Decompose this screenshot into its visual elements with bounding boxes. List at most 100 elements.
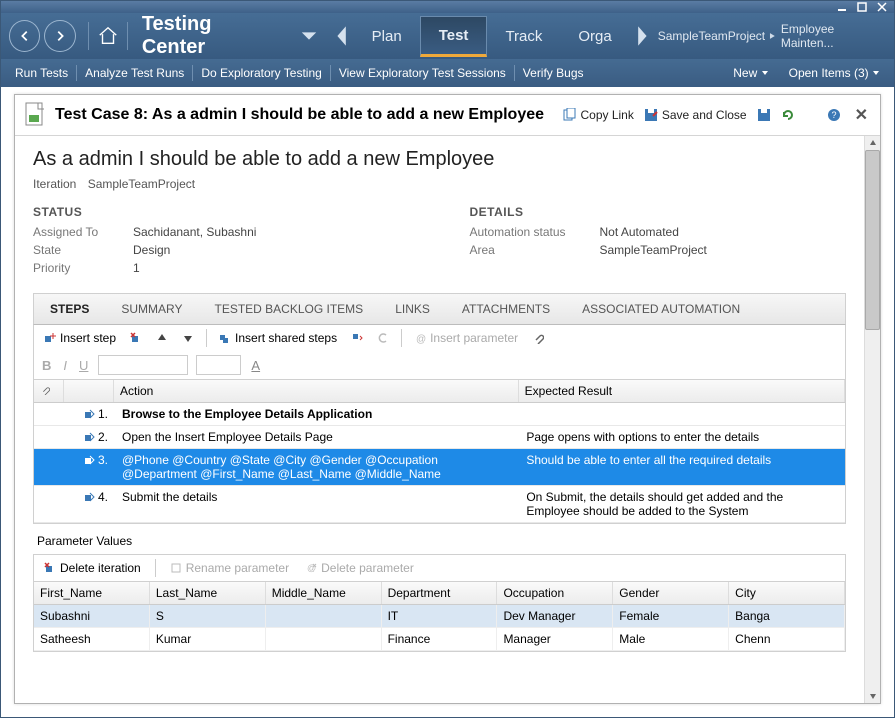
- font-size-select[interactable]: [196, 355, 241, 375]
- main-tab-test[interactable]: Test: [420, 16, 488, 57]
- param-col-header[interactable]: First_Name: [34, 582, 150, 604]
- svg-text:?: ?: [831, 110, 836, 120]
- underline-button[interactable]: U: [77, 358, 90, 373]
- font-color-button[interactable]: A: [249, 358, 262, 373]
- param-row[interactable]: SubashniSITDev ManagerFemaleBanga: [34, 605, 845, 628]
- tabs-right[interactable]: [630, 24, 656, 48]
- save-button[interactable]: [757, 108, 771, 122]
- move-down-button[interactable]: [178, 330, 198, 346]
- nav-top: Testing Center PlanTestTrackOrga SampleT…: [1, 13, 894, 59]
- state-value[interactable]: Design: [133, 243, 170, 257]
- minimize-button[interactable]: [836, 2, 848, 12]
- param-col-header[interactable]: Gender: [613, 582, 729, 604]
- iteration-row: Iteration SampleTeamProject: [33, 177, 846, 191]
- param-col-header[interactable]: Middle_Name: [266, 582, 382, 604]
- assigned-to-value[interactable]: Sachidanant, Subashni: [133, 225, 256, 239]
- svg-text:@: @: [307, 563, 316, 573]
- vertical-scrollbar[interactable]: [864, 136, 880, 703]
- divider: [127, 22, 128, 50]
- param-col-header[interactable]: City: [729, 582, 845, 604]
- steps-grid: Action Expected Result 1.Browse to the E…: [33, 380, 846, 524]
- param-col-header[interactable]: Occupation: [497, 582, 613, 604]
- back-button[interactable]: [9, 20, 40, 52]
- param-col-header[interactable]: Department: [382, 582, 498, 604]
- home-button[interactable]: [97, 25, 119, 47]
- detail-tab[interactable]: STEPS: [34, 294, 105, 324]
- delete-iteration-button[interactable]: Delete iteration: [40, 559, 145, 577]
- attach-file-button[interactable]: [528, 330, 548, 346]
- work-item-heading: As a admin I should be able to add a new…: [33, 148, 846, 171]
- detail-tab[interactable]: TESTED BACKLOG ITEMS: [198, 294, 379, 324]
- area-value[interactable]: SampleTeamProject: [600, 243, 707, 257]
- close-button[interactable]: [876, 2, 888, 12]
- sub-item[interactable]: Run Tests: [11, 64, 72, 82]
- forward-button[interactable]: [44, 20, 75, 52]
- work-item-page: Test Case 8: As a admin I should be able…: [14, 94, 881, 704]
- attach-col-icon: [34, 380, 64, 402]
- detail-tab[interactable]: SUMMARY: [105, 294, 198, 324]
- rename-parameter-button[interactable]: Rename parameter: [166, 559, 293, 577]
- document-icon: [23, 101, 47, 129]
- step-row[interactable]: 3.@Phone @Country @State @City @Gender @…: [34, 449, 845, 486]
- new-menu[interactable]: New: [729, 64, 772, 82]
- steps-toolbar: Insert step Insert shared steps @Insert …: [33, 325, 846, 351]
- automation-status-value[interactable]: Not Automated: [600, 225, 679, 239]
- save-and-close-button[interactable]: Save and Close: [644, 108, 747, 122]
- close-page-button[interactable]: ✕: [851, 105, 872, 125]
- sub-item[interactable]: View Exploratory Test Sessions: [335, 64, 510, 82]
- svg-text:@: @: [416, 334, 426, 344]
- param-col-header[interactable]: Last_Name: [150, 582, 266, 604]
- col-expected: Expected Result: [519, 380, 845, 402]
- breadcrumb[interactable]: SampleTeamProject Employee Mainten...: [658, 22, 886, 50]
- maximize-button[interactable]: [856, 2, 868, 12]
- bold-button[interactable]: B: [40, 358, 53, 373]
- center-title[interactable]: Testing Center: [142, 13, 278, 59]
- main-tab-track[interactable]: Track: [487, 18, 560, 55]
- step-row[interactable]: 4.Submit the detailsOn Submit, the detai…: [34, 486, 845, 523]
- main-tab-orga[interactable]: Orga: [560, 18, 629, 55]
- undo-button[interactable]: [373, 330, 393, 346]
- format-toolbar: B I U A: [33, 351, 846, 380]
- scroll-up[interactable]: [866, 136, 880, 150]
- insert-parameter-button[interactable]: @Insert parameter: [410, 329, 522, 347]
- open-items-menu[interactable]: Open Items (3): [785, 64, 884, 82]
- main-tab-plan[interactable]: Plan: [354, 18, 420, 55]
- divider: [88, 22, 89, 50]
- scroll-down[interactable]: [866, 689, 880, 703]
- priority-value[interactable]: 1: [133, 261, 140, 275]
- insert-step-button[interactable]: Insert step: [40, 329, 120, 347]
- iteration-value[interactable]: SampleTeamProject: [88, 177, 195, 191]
- sub-item[interactable]: Do Exploratory Testing: [197, 64, 326, 82]
- delete-parameter-button[interactable]: @Delete parameter: [301, 559, 418, 577]
- detail-tab[interactable]: ATTACHMENTS: [446, 294, 566, 324]
- param-row[interactable]: SatheeshKumarFinanceManagerMaleChenn: [34, 628, 845, 651]
- copy-link-button[interactable]: Copy Link: [562, 108, 633, 122]
- details-head: DETAILS: [470, 205, 847, 219]
- param-grid: First_NameLast_NameMiddle_NameDepartment…: [33, 581, 846, 652]
- move-up-button[interactable]: [152, 330, 172, 346]
- create-shared-steps-button[interactable]: [347, 330, 367, 346]
- sub-item[interactable]: Analyze Test Runs: [81, 64, 188, 82]
- delete-step-button[interactable]: [126, 330, 146, 346]
- detail-tab[interactable]: ASSOCIATED AUTOMATION: [566, 294, 756, 324]
- detail-tab[interactable]: LINKS: [379, 294, 446, 324]
- scroll-thumb[interactable]: [865, 150, 880, 330]
- font-family-select[interactable]: [98, 355, 188, 375]
- parameter-values-label: Parameter Values: [33, 524, 846, 554]
- tabs-left[interactable]: [328, 24, 354, 48]
- insert-shared-steps-button[interactable]: Insert shared steps: [215, 329, 341, 347]
- help-button[interactable]: ?: [827, 108, 841, 122]
- sub-toolbar: Run Tests Analyze Test Runs Do Exploratory…: [1, 59, 894, 87]
- step-row[interactable]: 1.Browse to the Employee Details Applica…: [34, 403, 845, 426]
- step-row[interactable]: 2.Open the Insert Employee Details PageP…: [34, 426, 845, 449]
- sub-item[interactable]: Verify Bugs: [519, 64, 588, 82]
- center-drop[interactable]: [296, 24, 322, 48]
- window-titlebar: [1, 1, 894, 13]
- detail-tabs: STEPSSUMMARYTESTED BACKLOG ITEMSLINKSATT…: [33, 293, 846, 325]
- param-toolbar: Delete iteration Rename parameter @Delet…: [33, 554, 846, 581]
- italic-button[interactable]: I: [61, 358, 69, 373]
- refresh-button[interactable]: [781, 108, 795, 122]
- col-action: Action: [114, 380, 519, 402]
- page-title: Test Case 8: As a admin I should be able…: [55, 106, 554, 124]
- status-head: STATUS: [33, 205, 410, 219]
